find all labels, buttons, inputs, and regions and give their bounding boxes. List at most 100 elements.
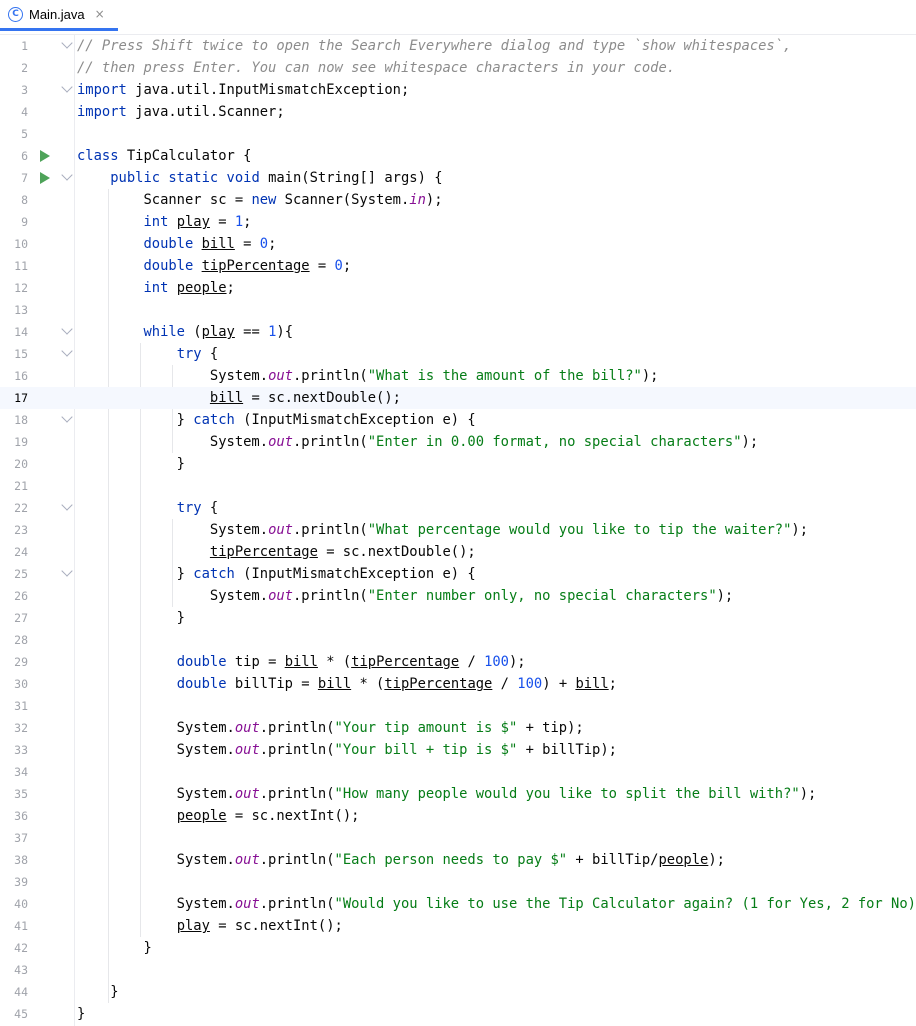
code-line[interactable]: 1 // Press Shift twice to open the Search… xyxy=(0,35,916,57)
code-line[interactable]: 30 double billTip = bill * (tipPercentag… xyxy=(0,673,916,695)
code-text: double bill = 0; xyxy=(143,236,277,252)
code-text: System.out.println("What is the amount o… xyxy=(77,368,659,384)
line-number: 7 xyxy=(21,171,28,185)
code-line[interactable]: 9 int play = 1; xyxy=(0,211,916,233)
line-number: 12 xyxy=(14,281,28,295)
line-number: 44 xyxy=(14,985,28,999)
code-line[interactable]: 17 bill = sc.nextDouble(); xyxy=(0,387,916,409)
line-number: 14 xyxy=(14,325,28,339)
code-text: // Press Shift twice to open the Search … xyxy=(77,38,792,54)
code-line[interactable]: 45} xyxy=(0,1003,916,1025)
code-line[interactable]: 18 } catch (InputMismatchException e) { xyxy=(0,409,916,431)
line-number: 21 xyxy=(14,479,28,493)
fold-chevron-icon[interactable] xyxy=(61,323,73,335)
code-line[interactable]: 41 play = sc.nextInt(); xyxy=(0,915,916,937)
code-line[interactable]: 12 int people; xyxy=(0,277,916,299)
code-line[interactable]: 35 System.out.println("How many people w… xyxy=(0,783,916,805)
line-number: 31 xyxy=(14,699,28,713)
code-line[interactable]: 11 double tipPercentage = 0; xyxy=(0,255,916,277)
line-number: 9 xyxy=(21,215,28,229)
line-number: 24 xyxy=(14,545,28,559)
code-line[interactable]: 29 double tip = bill * (tipPercentage / … xyxy=(0,651,916,673)
code-text: while (play == 1){ xyxy=(143,324,294,340)
code-line[interactable]: 6 class TipCalculator { xyxy=(0,145,916,167)
line-number: 5 xyxy=(21,127,28,141)
code-line[interactable]: 3 import java.util.InputMismatchException… xyxy=(0,79,916,101)
line-number: 4 xyxy=(21,105,28,119)
fold-chevron-icon[interactable] xyxy=(61,81,73,93)
code-editor[interactable]: 1 // Press Shift twice to open the Search… xyxy=(0,35,916,1026)
code-text: int play = 1; xyxy=(143,214,252,230)
fold-chevron-icon[interactable] xyxy=(61,169,73,181)
fold-chevron-icon[interactable] xyxy=(61,345,73,357)
code-line[interactable]: 34 xyxy=(0,761,916,783)
fold-chevron-icon[interactable] xyxy=(61,565,73,577)
code-text: try { xyxy=(176,346,219,362)
code-line[interactable]: 26 System.out.println("Enter number only… xyxy=(0,585,916,607)
code-line[interactable]: 21 xyxy=(0,475,916,497)
code-text: } xyxy=(77,456,185,472)
code-line[interactable]: 8 Scanner sc = new Scanner(System.in); xyxy=(0,189,916,211)
line-number: 40 xyxy=(14,897,28,911)
code-text: class TipCalculator { xyxy=(77,148,252,164)
code-line[interactable]: 13 xyxy=(0,299,916,321)
code-line[interactable]: 4 import java.util.Scanner; xyxy=(0,101,916,123)
code-line[interactable]: 33 System.out.println("Your bill + tip i… xyxy=(0,739,916,761)
run-icon[interactable] xyxy=(40,150,50,162)
line-number: 6 xyxy=(21,149,28,163)
code-line[interactable]: 19 System.out.println("Enter in 0.00 for… xyxy=(0,431,916,453)
code-text: } xyxy=(77,1006,86,1022)
run-icon[interactable] xyxy=(40,172,50,184)
code-line[interactable]: 40 System.out.println("Would you like to… xyxy=(0,893,916,915)
code-line[interactable]: 31 xyxy=(0,695,916,717)
code-text: } catch (InputMismatchException e) { xyxy=(77,412,476,428)
fold-chevron-icon[interactable] xyxy=(61,411,73,423)
code-line[interactable]: 15 try { xyxy=(0,343,916,365)
code-line[interactable]: 23 System.out.println("What percentage w… xyxy=(0,519,916,541)
line-number: 3 xyxy=(21,83,28,97)
code-line[interactable]: 24 tipPercentage = sc.nextDouble(); xyxy=(0,541,916,563)
code-line[interactable]: 36 people = sc.nextInt(); xyxy=(0,805,916,827)
fold-chevron-icon[interactable] xyxy=(61,37,73,49)
code-line[interactable]: 27 } xyxy=(0,607,916,629)
line-number: 32 xyxy=(14,721,28,735)
code-line[interactable]: 25 } catch (InputMismatchException e) { xyxy=(0,563,916,585)
code-line[interactable]: 43 xyxy=(0,959,916,981)
code-line[interactable]: 44 } xyxy=(0,981,916,1003)
code-text: double billTip = bill * (tipPercentage /… xyxy=(176,676,617,692)
code-line[interactable]: 28 xyxy=(0,629,916,651)
code-text: System.out.println("Enter number only, n… xyxy=(77,588,734,604)
code-line[interactable]: 22 try { xyxy=(0,497,916,519)
code-text: double tip = bill * (tipPercentage / 100… xyxy=(176,654,526,670)
code-line[interactable]: 42 } xyxy=(0,937,916,959)
code-line[interactable]: 16 System.out.println("What is the amoun… xyxy=(0,365,916,387)
code-text: System.out.println("What percentage woul… xyxy=(77,522,809,538)
code-line[interactable]: 7 public static void main(String[] args)… xyxy=(0,167,916,189)
code-line[interactable]: 14 while (play == 1){ xyxy=(0,321,916,343)
editor-tab-bar: C Main.java × xyxy=(0,0,916,35)
tab-label: Main.java xyxy=(29,6,85,22)
line-number: 8 xyxy=(21,193,28,207)
code-line[interactable]: 5 xyxy=(0,123,916,145)
code-text: System.out.println("Enter in 0.00 format… xyxy=(77,434,759,450)
tab-main-java[interactable]: C Main.java × xyxy=(0,0,118,31)
code-text: Scanner sc = new Scanner(System.in); xyxy=(77,192,443,208)
code-line[interactable]: 39 xyxy=(0,871,916,893)
code-line[interactable]: 2 // then press Enter. You can now see wh… xyxy=(0,57,916,79)
code-text: } catch (InputMismatchException e) { xyxy=(77,566,476,582)
line-number: 42 xyxy=(14,941,28,955)
close-icon[interactable]: × xyxy=(95,7,105,21)
code-text: tipPercentage = sc.nextDouble(); xyxy=(209,544,476,560)
code-text: } xyxy=(77,940,152,956)
code-text: try { xyxy=(176,500,219,516)
code-line[interactable]: 37 xyxy=(0,827,916,849)
code-text: import java.util.Scanner; xyxy=(77,104,285,120)
code-text: double tipPercentage = 0; xyxy=(143,258,352,274)
code-line[interactable]: 20 } xyxy=(0,453,916,475)
code-line[interactable]: 38 System.out.println("Each person needs… xyxy=(0,849,916,871)
fold-chevron-icon[interactable] xyxy=(61,499,73,511)
code-line[interactable]: 32 System.out.println("Your tip amount i… xyxy=(0,717,916,739)
code-line[interactable]: 10 double bill = 0; xyxy=(0,233,916,255)
code-text: // then press Enter. You can now see whi… xyxy=(77,60,676,76)
code-text: import java.util.InputMismatchException; xyxy=(77,82,410,98)
